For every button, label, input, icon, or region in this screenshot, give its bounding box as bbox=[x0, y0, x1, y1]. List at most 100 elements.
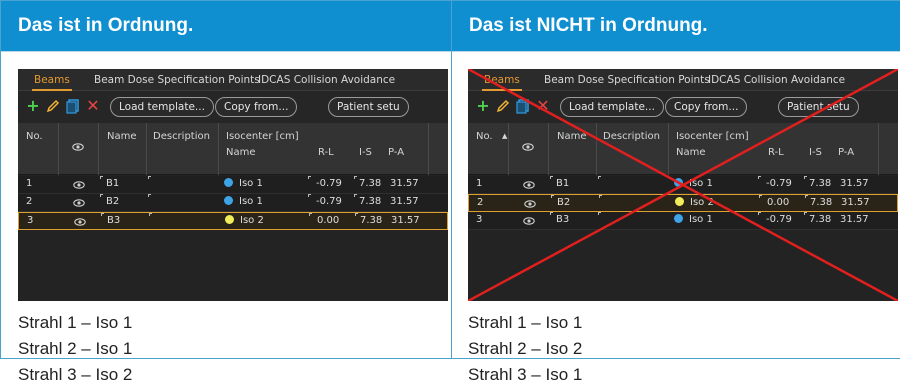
header-is[interactable]: I-S bbox=[809, 147, 822, 158]
beam-name[interactable]: B2 bbox=[106, 196, 119, 207]
iso-label: Iso 2 bbox=[240, 215, 264, 226]
header-description[interactable]: Description bbox=[603, 131, 660, 142]
pa-value[interactable]: 31.57 bbox=[840, 178, 869, 189]
editable-marker bbox=[354, 176, 357, 179]
table-row[interactable]: 1 B1 Iso 1 -0.79 7.38 31.57 bbox=[18, 176, 448, 194]
load-template-button[interactable]: Load template... bbox=[560, 97, 664, 117]
header-pa[interactable]: P-A bbox=[388, 147, 404, 158]
is-value[interactable]: 7.38 bbox=[809, 178, 831, 189]
column-divider bbox=[146, 123, 147, 175]
header-isocenter: Isocenter [cm] bbox=[226, 131, 299, 142]
editable-marker bbox=[148, 194, 151, 197]
isocenter-name[interactable]: Iso 1 bbox=[674, 214, 713, 225]
edit-pencil-icon[interactable] bbox=[494, 97, 512, 115]
beam-name[interactable]: B3 bbox=[556, 214, 569, 225]
visibility-toggle-icon[interactable] bbox=[523, 215, 535, 230]
header-description[interactable]: Description bbox=[153, 131, 210, 142]
tab-beams[interactable]: Beams bbox=[482, 74, 522, 91]
beams-table: No. ▲ Name Description Isocenter [cm] Name R-L… bbox=[468, 123, 898, 301]
pa-value[interactable]: 31.57 bbox=[390, 196, 419, 207]
patient-setup-button[interactable]: Patient setu bbox=[328, 97, 409, 117]
beam-name[interactable]: B1 bbox=[556, 178, 569, 189]
pa-value[interactable]: 31.57 bbox=[841, 197, 870, 208]
isocenter-name[interactable]: Iso 1 bbox=[224, 196, 263, 207]
visibility-toggle-icon[interactable] bbox=[73, 179, 85, 194]
header-iso-name[interactable]: Name bbox=[676, 147, 706, 158]
edit-pencil-icon[interactable] bbox=[44, 97, 62, 115]
delete-icon[interactable]: ✕ bbox=[84, 97, 102, 115]
header-iso-name[interactable]: Name bbox=[226, 147, 256, 158]
header-name[interactable]: Name bbox=[107, 131, 137, 142]
editable-marker bbox=[758, 212, 761, 215]
rl-value[interactable]: -0.79 bbox=[766, 214, 792, 225]
beam-name[interactable]: B2 bbox=[557, 197, 570, 208]
delete-icon[interactable]: ✕ bbox=[534, 97, 552, 115]
row-number: 1 bbox=[476, 178, 483, 189]
is-value[interactable]: 7.38 bbox=[359, 196, 381, 207]
iso-label: Iso 1 bbox=[239, 178, 263, 189]
tab-beams[interactable]: Beams bbox=[32, 74, 72, 91]
beam-iso-notes: Strahl 1 – Iso 1 Strahl 2 – Iso 1 Strahl 3… bbox=[18, 310, 132, 388]
is-value[interactable]: 7.38 bbox=[359, 178, 381, 189]
table-row[interactable]: 3 B3 Iso 1 -0.79 7.38 31.57 bbox=[468, 212, 898, 230]
sort-asc-icon: ▲ bbox=[502, 132, 508, 140]
add-icon[interactable]: + bbox=[474, 97, 492, 115]
beam-name[interactable]: B1 bbox=[106, 178, 119, 189]
is-value[interactable]: 7.38 bbox=[810, 197, 832, 208]
beam-iso-notes: Strahl 1 – Iso 1 Strahl 2 – Iso 2 Strahl 3… bbox=[468, 310, 582, 388]
rl-value[interactable]: 0.00 bbox=[317, 215, 339, 226]
visibility-toggle-icon[interactable] bbox=[524, 198, 536, 213]
tab-collision[interactable]: IDCAS Collision Avoidance bbox=[258, 74, 395, 86]
header-rl[interactable]: R-L bbox=[318, 147, 334, 158]
rl-value[interactable]: -0.79 bbox=[316, 196, 342, 207]
table-row[interactable]: 1 B1 Iso 1 -0.79 7.38 31.57 bbox=[468, 176, 898, 194]
visibility-toggle-icon[interactable] bbox=[523, 179, 535, 194]
header-pa[interactable]: P-A bbox=[838, 147, 854, 158]
visibility-toggle-icon[interactable] bbox=[73, 197, 85, 212]
header-no[interactable]: No. bbox=[26, 131, 43, 142]
iso-label: Iso 1 bbox=[689, 214, 713, 225]
column-divider bbox=[548, 123, 549, 175]
copy-from-button[interactable]: Copy from... bbox=[215, 97, 298, 117]
rl-value[interactable]: -0.79 bbox=[766, 178, 792, 189]
isocenter-name[interactable]: Iso 2 bbox=[225, 215, 264, 226]
table-row[interactable]: 2 B2 Iso 2 0.00 7.38 31.57 bbox=[468, 194, 898, 212]
add-icon[interactable]: + bbox=[24, 97, 42, 115]
tab-bar: Beams Beam Dose Specification Points IDCAS… bbox=[18, 69, 448, 91]
pa-value[interactable]: 31.57 bbox=[391, 215, 420, 226]
table-row[interactable]: 3 B3 Iso 2 0.00 7.38 31.57 bbox=[18, 212, 448, 230]
editable-marker bbox=[550, 212, 553, 215]
visibility-toggle-icon[interactable] bbox=[74, 216, 86, 231]
beams-table: No. Name Description Isocenter [cm] Name R-L I… bbox=[18, 123, 448, 301]
is-value[interactable]: 7.38 bbox=[360, 215, 382, 226]
pa-value[interactable]: 31.57 bbox=[840, 214, 869, 225]
column-body: Beams Beam Dose Specification Points IDCAS… bbox=[1, 51, 451, 384]
isocenter-name[interactable]: Iso 1 bbox=[674, 178, 713, 189]
header-no[interactable]: No. bbox=[476, 131, 493, 142]
patient-setup-button[interactable]: Patient setu bbox=[778, 97, 859, 117]
copy-from-button[interactable]: Copy from... bbox=[665, 97, 748, 117]
rl-value[interactable]: 0.00 bbox=[767, 197, 789, 208]
tab-dose-points[interactable]: Beam Dose Specification Points bbox=[544, 74, 710, 86]
column-divider bbox=[596, 123, 597, 175]
column-divider bbox=[668, 123, 669, 175]
tab-dose-points[interactable]: Beam Dose Specification Points bbox=[94, 74, 260, 86]
copy-icon[interactable] bbox=[64, 97, 82, 115]
tab-collision[interactable]: IDCAS Collision Avoidance bbox=[708, 74, 845, 86]
table-row[interactable]: 2 B2 Iso 1 -0.79 7.38 31.57 bbox=[18, 194, 448, 212]
header-is[interactable]: I-S bbox=[359, 147, 372, 158]
beam-name[interactable]: B3 bbox=[107, 215, 120, 226]
iso-label: Iso 1 bbox=[239, 196, 263, 207]
editable-marker bbox=[758, 176, 761, 179]
isocenter-name[interactable]: Iso 1 bbox=[224, 178, 263, 189]
header-rl[interactable]: R-L bbox=[768, 147, 784, 158]
rl-value[interactable]: -0.79 bbox=[316, 178, 342, 189]
isocenter-name[interactable]: Iso 2 bbox=[675, 197, 714, 208]
note-line: Strahl 2 – Iso 2 bbox=[468, 339, 583, 358]
pa-value[interactable]: 31.57 bbox=[390, 178, 419, 189]
copy-icon[interactable] bbox=[514, 97, 532, 115]
header-name[interactable]: Name bbox=[557, 131, 587, 142]
load-template-button[interactable]: Load template... bbox=[110, 97, 214, 117]
is-value[interactable]: 7.38 bbox=[809, 214, 831, 225]
iso-label: Iso 2 bbox=[690, 197, 714, 208]
